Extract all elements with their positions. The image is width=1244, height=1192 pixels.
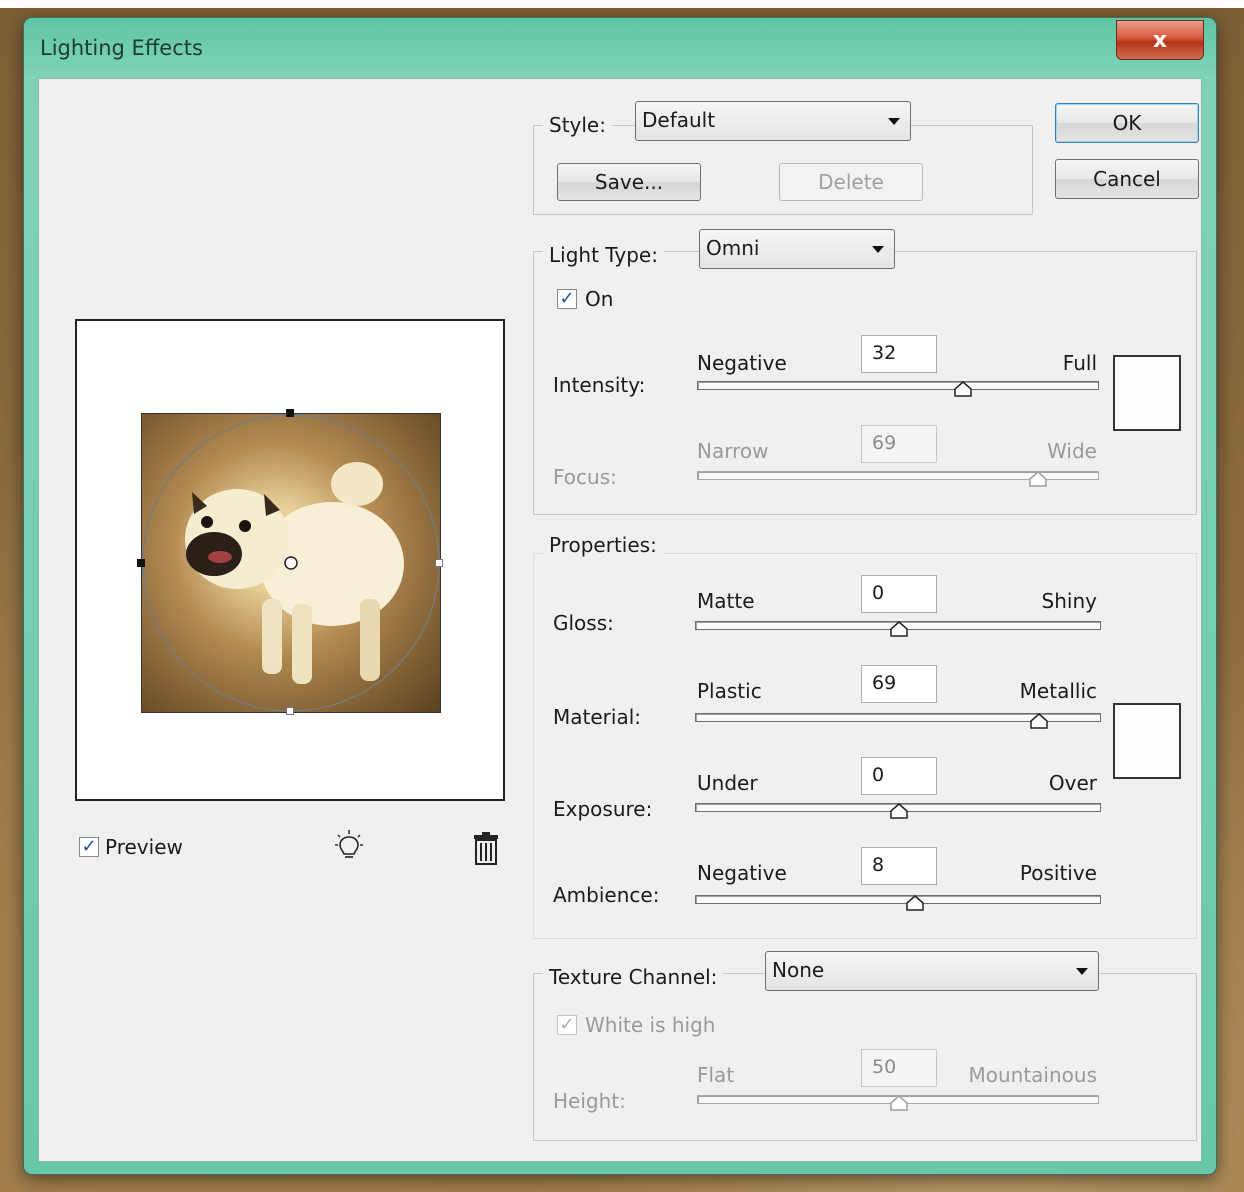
texture-channel-dropdown-value: None xyxy=(772,958,825,982)
intensity-field[interactable]: 32 xyxy=(861,335,937,373)
ellipse-handle-top[interactable] xyxy=(286,409,294,417)
chevron-down-icon xyxy=(872,246,884,253)
window-title: Lighting Effects xyxy=(40,36,203,60)
ambience-min-label: Negative xyxy=(697,861,787,885)
gloss-label: Gloss: xyxy=(553,611,614,635)
height-min-label: Flat xyxy=(697,1063,735,1087)
material-max-label: Metallic xyxy=(1019,679,1097,703)
style-dropdown-value: Default xyxy=(642,108,716,132)
focus-field[interactable]: 69 xyxy=(861,425,937,463)
light-type-label: Light Type: xyxy=(543,243,664,267)
focus-min-label: Narrow xyxy=(697,439,769,463)
ambience-slider[interactable] xyxy=(695,895,1101,911)
light-on-label: On xyxy=(585,287,614,311)
material-slider[interactable] xyxy=(695,713,1101,729)
focus-slider[interactable] xyxy=(697,471,1099,487)
style-dropdown[interactable]: Default xyxy=(635,101,911,141)
ellipse-handle-right[interactable] xyxy=(435,559,443,567)
ellipse-handle-bottom[interactable] xyxy=(286,707,294,715)
light-bulb-icon[interactable] xyxy=(331,829,367,865)
chevron-down-icon xyxy=(888,118,900,125)
material-color-swatch[interactable] xyxy=(1113,703,1181,779)
material-label: Material: xyxy=(553,705,641,729)
height-field[interactable]: 50 xyxy=(861,1049,937,1087)
gloss-max-label: Shiny xyxy=(1041,589,1097,613)
light-on-checkbox[interactable]: ✓ xyxy=(557,289,577,309)
lighting-effects-dialog: Lighting Effects x ✓ Preview Style: Defa… xyxy=(24,18,1216,1174)
white-is-high-label: White is high xyxy=(585,1013,716,1037)
texture-channel-label: Texture Channel: xyxy=(543,965,724,989)
cancel-button[interactable]: Cancel xyxy=(1055,159,1199,199)
dialog-client-area: ✓ Preview Style: Default Save... Delete … xyxy=(38,78,1202,1162)
material-field[interactable]: 69 xyxy=(861,665,937,703)
ambience-field[interactable]: 8 xyxy=(861,847,937,885)
focus-max-label: Wide xyxy=(1047,439,1097,463)
close-icon: x xyxy=(1152,27,1168,53)
ellipse-handle-left[interactable] xyxy=(137,559,145,567)
light-ellipse[interactable] xyxy=(142,414,440,712)
gloss-min-label: Matte xyxy=(697,589,755,613)
trash-icon[interactable] xyxy=(471,831,501,865)
intensity-min-label: Negative xyxy=(697,351,787,375)
texture-channel-dropdown[interactable]: None xyxy=(765,951,1099,991)
preview-canvas[interactable] xyxy=(75,319,505,801)
intensity-slider[interactable] xyxy=(697,381,1099,397)
preview-image xyxy=(141,413,441,713)
material-min-label: Plastic xyxy=(697,679,762,703)
exposure-max-label: Over xyxy=(1048,771,1097,795)
intensity-max-label: Full xyxy=(1062,351,1097,375)
properties-label: Properties: xyxy=(543,533,663,557)
save-button[interactable]: Save... xyxy=(557,163,701,201)
gloss-slider[interactable] xyxy=(695,621,1101,637)
focus-label: Focus: xyxy=(553,465,617,489)
light-type-dropdown-value: Omni xyxy=(706,236,760,260)
exposure-field[interactable]: 0 xyxy=(861,757,937,795)
height-slider[interactable] xyxy=(697,1095,1099,1111)
exposure-slider[interactable] xyxy=(695,803,1101,819)
ok-button[interactable]: OK xyxy=(1055,103,1199,143)
preview-checkbox[interactable]: ✓ xyxy=(79,837,99,857)
height-max-label: Mountainous xyxy=(968,1063,1097,1087)
ambience-max-label: Positive xyxy=(1019,861,1097,885)
ambience-label: Ambience: xyxy=(553,883,660,907)
style-label: Style: xyxy=(543,113,612,137)
chevron-down-icon xyxy=(1076,968,1088,975)
close-button[interactable]: x xyxy=(1116,20,1204,60)
delete-button[interactable]: Delete xyxy=(779,163,923,201)
light-color-swatch[interactable] xyxy=(1113,355,1181,431)
exposure-min-label: Under xyxy=(697,771,758,795)
gloss-field[interactable]: 0 xyxy=(861,575,937,613)
white-is-high-checkbox[interactable]: ✓ xyxy=(557,1015,577,1035)
light-type-dropdown[interactable]: Omni xyxy=(699,229,895,269)
intensity-label: Intensity: xyxy=(553,373,646,397)
exposure-label: Exposure: xyxy=(553,797,653,821)
preview-label: Preview xyxy=(105,835,183,859)
height-label: Height: xyxy=(553,1089,626,1113)
